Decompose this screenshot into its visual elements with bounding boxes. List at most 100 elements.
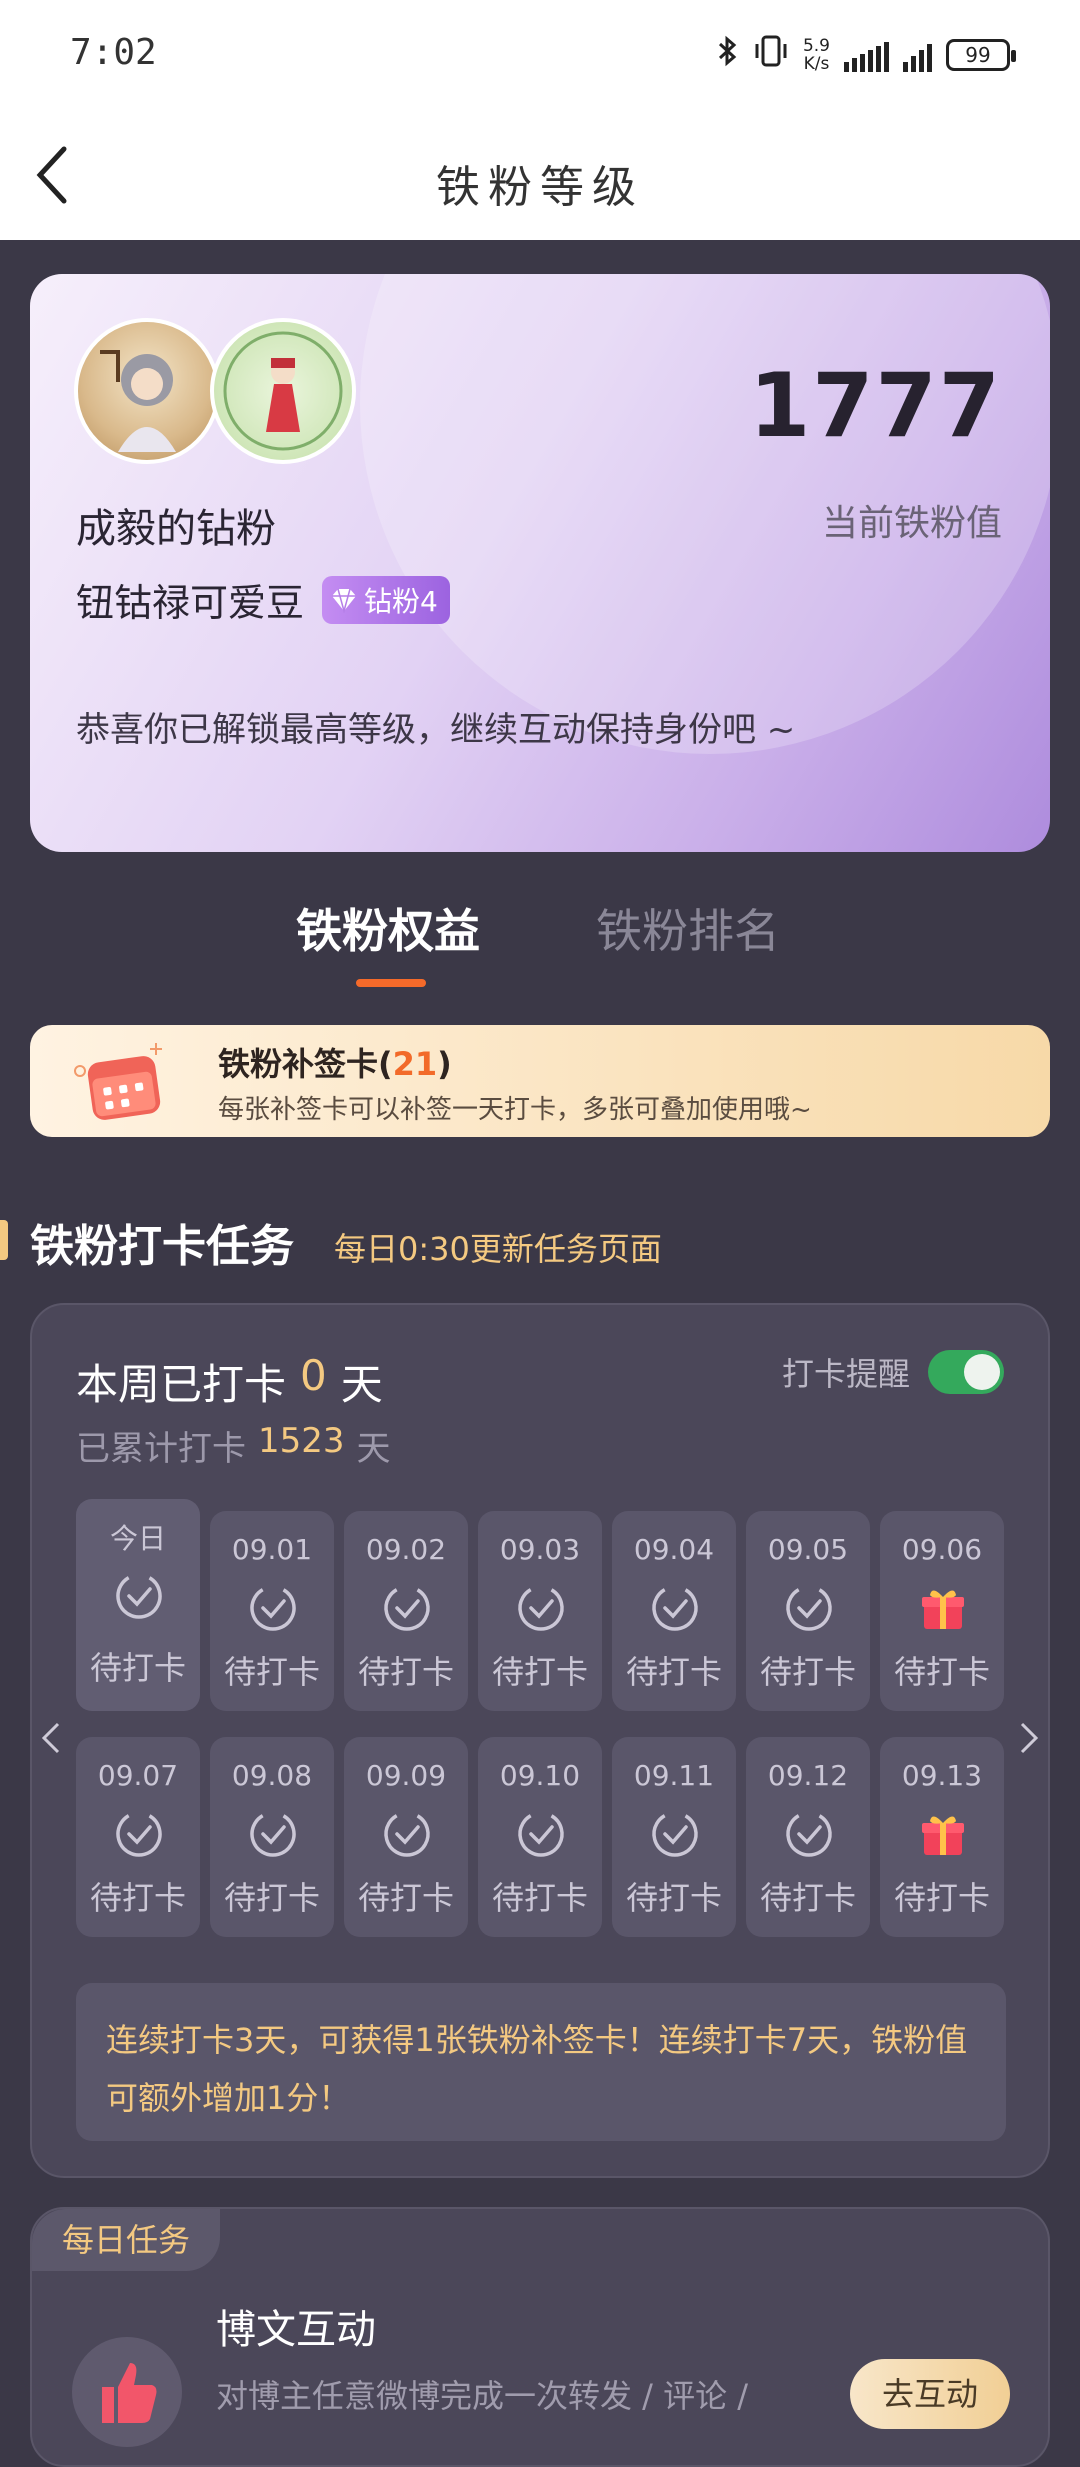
checkin-day-date: 09.12 xyxy=(767,1759,849,1792)
user-name: 钮钴禄可爱豆 xyxy=(76,581,305,625)
check-icon xyxy=(248,1809,298,1859)
checkin-day-status: 待打卡 xyxy=(759,1653,856,1691)
checkin-day-cell[interactable]: 09.12 待打卡 xyxy=(746,1737,870,1937)
check-icon xyxy=(784,1809,834,1859)
check-icon xyxy=(248,1583,298,1633)
status-icons: 5.9 K/s 99 xyxy=(717,34,1016,76)
checkin-day-cell[interactable]: 今日 待打卡 xyxy=(76,1499,200,1711)
checkin-day-date: 09.13 xyxy=(901,1759,983,1792)
daily-task-card: 每日任务 博文互动 对博主任意微博完成一次转发 / 评论 / 去互动 xyxy=(30,2207,1050,2467)
profile-card: 成毅的钻粉 钮钴禄可爱豆 钻粉4 1777 当前铁粉值 恭喜你已解锁最高等级，继… xyxy=(30,274,1050,852)
thumbs-up-icon xyxy=(102,2363,157,2423)
makeup-card-banner[interactable]: 铁粉补签卡(21) 每张补签卡可以补签一天打卡，多张可叠加使用哦~ xyxy=(30,1025,1050,1137)
net-speed-value: 5.9 xyxy=(802,36,830,56)
checkin-day-status: 待打卡 xyxy=(625,1879,722,1917)
check-icon xyxy=(516,1583,566,1633)
check-icon xyxy=(114,1571,164,1621)
check-icon xyxy=(114,1809,164,1859)
checkin-day-status: 待打卡 xyxy=(759,1879,856,1917)
prev-week-arrow[interactable] xyxy=(38,1718,64,1758)
daily-task-button[interactable]: 去互动 xyxy=(850,2359,1010,2429)
checkin-day-date: 09.11 xyxy=(633,1759,715,1792)
checkin-day-status: 待打卡 xyxy=(89,1649,186,1687)
checkin-day-cell[interactable]: 09.02 待打卡 xyxy=(344,1511,468,1711)
bluetooth-icon xyxy=(717,35,739,75)
checkin-day-status: 待打卡 xyxy=(491,1653,588,1691)
checkin-day-cell[interactable]: 09.09 待打卡 xyxy=(344,1737,468,1937)
tab-benefits[interactable]: 铁粉权益 xyxy=(296,895,480,961)
checkin-day-cell[interactable]: 09.01 待打卡 xyxy=(210,1511,334,1711)
section-title: 铁粉打卡任务 xyxy=(30,1221,294,1272)
fan-badge-avatar xyxy=(210,318,356,464)
check-icon xyxy=(650,1583,700,1633)
total-count: 1523 xyxy=(258,1421,345,1461)
checkin-day-cell[interactable]: 09.04 待打卡 xyxy=(612,1511,736,1711)
check-icon xyxy=(650,1809,700,1859)
checkin-reminder: 打卡提醒 xyxy=(782,1349,1004,1395)
checkin-day-date: 09.06 xyxy=(901,1533,983,1566)
checkin-day-status: 待打卡 xyxy=(893,1653,990,1691)
check-icon xyxy=(516,1809,566,1859)
reminder-toggle[interactable] xyxy=(928,1350,1004,1394)
fan-score: 1777 xyxy=(749,354,1002,457)
checkin-day-status: 待打卡 xyxy=(223,1653,320,1691)
status-bar: 7:02 5.9 K/s 99 xyxy=(0,0,1080,115)
checkin-day-cell[interactable]: 09.03 待打卡 xyxy=(478,1511,602,1711)
checkin-day-date: 09.04 xyxy=(633,1533,715,1566)
toggle-knob xyxy=(964,1354,1000,1390)
fan-group-name: 成毅的钻粉 xyxy=(76,506,276,552)
page-title: 铁粉等级 xyxy=(436,162,644,213)
checkin-day-cell[interactable]: 09.11 待打卡 xyxy=(612,1737,736,1937)
checkin-day-date: 09.01 xyxy=(231,1533,313,1566)
checkin-day-status: 待打卡 xyxy=(357,1879,454,1917)
checkin-day-cell[interactable]: 09.07 待打卡 xyxy=(76,1737,200,1937)
checkin-day-date: 09.02 xyxy=(365,1533,447,1566)
tab-ranking[interactable]: 铁粉排名 xyxy=(596,895,780,961)
check-icon xyxy=(784,1583,834,1633)
next-week-arrow[interactable] xyxy=(1016,1718,1042,1758)
fan-score-label: 当前铁粉值 xyxy=(821,503,1002,544)
nav-bar: 铁粉等级 xyxy=(0,115,1080,240)
checkin-day-status: 待打卡 xyxy=(223,1879,320,1917)
makeup-card-title: 铁粉补签卡(21) xyxy=(218,1045,452,1083)
checkin-day-cell[interactable]: 09.10 待打卡 xyxy=(478,1737,602,1937)
checkin-day-cell[interactable]: 09.08 待打卡 xyxy=(210,1737,334,1937)
checkin-day-date: 今日 xyxy=(109,1522,166,1555)
avatar[interactable] xyxy=(74,318,220,464)
battery-icon: 99 xyxy=(946,39,1016,71)
daily-task-title: 博文互动 xyxy=(216,2307,376,2353)
week-count: 0 xyxy=(300,1351,327,1400)
total-suffix: 天 xyxy=(356,1429,391,1469)
makeup-title-text: 铁粉补签卡 xyxy=(218,1045,379,1083)
tab-indicator xyxy=(356,979,426,987)
diamond-icon xyxy=(332,588,357,613)
reminder-label: 打卡提醒 xyxy=(781,1355,910,1393)
signal-icon xyxy=(844,38,889,72)
status-time: 7:02 xyxy=(70,32,157,73)
signal-icon-2 xyxy=(903,38,932,72)
checkin-card: 本周已打卡 0 天 已累计打卡 1523 天 打卡提醒 今日 待打卡 09.01 待打… xyxy=(30,1303,1050,2178)
checkin-day-status: 待打卡 xyxy=(357,1653,454,1691)
net-speed-unit: K/s xyxy=(803,54,830,74)
section-subtitle: 每日0:30更新任务页面 xyxy=(334,1230,662,1268)
total-prefix: 已累计打卡 xyxy=(76,1429,246,1469)
checkin-section-header: 铁粉打卡任务 每日0:30更新任务页面 xyxy=(0,1206,1080,1276)
checkin-day-status: 待打卡 xyxy=(625,1653,722,1691)
checkin-day-date: 09.10 xyxy=(499,1759,581,1792)
checkin-day-cell[interactable]: 09.13 待打卡 xyxy=(880,1737,1004,1937)
check-icon xyxy=(382,1809,432,1859)
calendar-icon xyxy=(74,1043,162,1120)
checkin-day-date: 09.05 xyxy=(767,1533,849,1566)
checkin-day-status: 待打卡 xyxy=(89,1879,186,1917)
vibrate-icon xyxy=(753,34,789,76)
checkin-day-cell[interactable]: 09.05 待打卡 xyxy=(746,1511,870,1711)
badge-label: 钻粉4 xyxy=(364,584,438,618)
net-speed: 5.9 K/s xyxy=(803,37,830,73)
checkin-day-cell[interactable]: 09.06 待打卡 xyxy=(880,1511,1004,1711)
section-accent-bar xyxy=(0,1220,8,1260)
checkin-day-date: 09.09 xyxy=(365,1759,447,1792)
total-checkin-summary: 已累计打卡 1523 天 xyxy=(76,1421,391,1470)
fan-seal-icon xyxy=(223,331,343,451)
avatar-illustration-icon xyxy=(100,350,176,452)
checkin-day-status: 待打卡 xyxy=(491,1879,588,1917)
